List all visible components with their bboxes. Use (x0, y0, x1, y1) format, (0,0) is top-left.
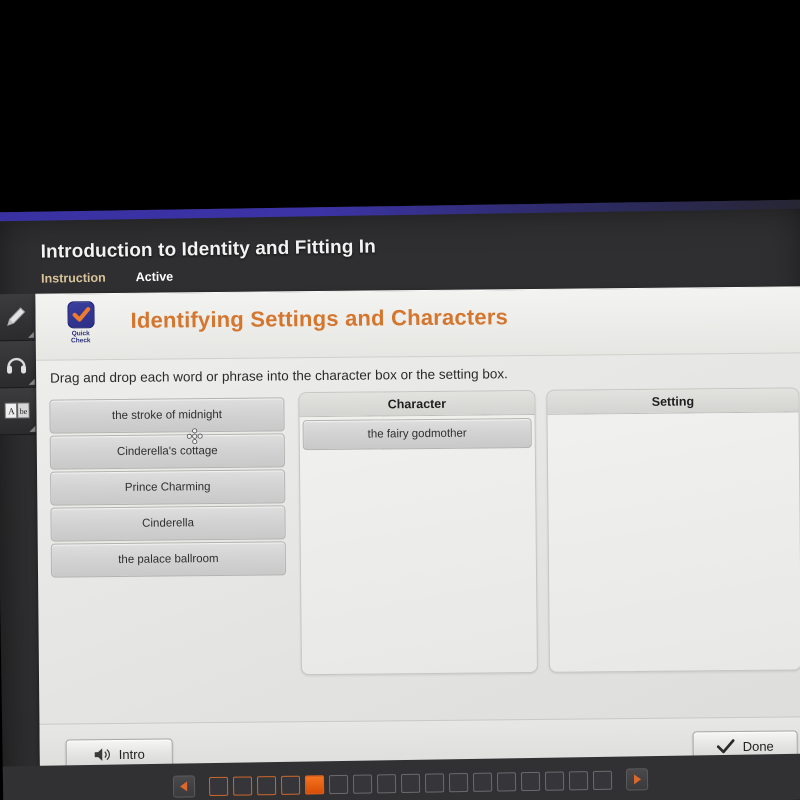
chevron-right-icon (633, 774, 641, 785)
screen-top-band (0, 199, 800, 222)
move-cursor-icon (186, 428, 203, 445)
done-button-label: Done (742, 738, 774, 754)
word-tile[interactable]: Cinderella's cottage (49, 433, 286, 470)
progress-step-3[interactable] (256, 775, 276, 795)
page-title: Introduction to Identity and Fitting In (40, 236, 377, 263)
speaker-icon (94, 747, 110, 761)
word-tile[interactable]: the stroke of midnight (49, 397, 285, 434)
highlighter-icon (7, 307, 26, 326)
progress-step-11[interactable] (448, 772, 468, 792)
photo-of-screen: A be Introduction to Identity and Fittin… (0, 0, 800, 800)
quick-check-label: Quick Check (61, 330, 101, 345)
lesson-header: Quick Check Identifying Settings and Cha… (35, 287, 800, 361)
highlighter-tool[interactable] (0, 293, 37, 342)
dropzone-setting-title: Setting (547, 388, 799, 415)
progress-step-17[interactable] (592, 770, 612, 790)
monitor-screen: A be Introduction to Identity and Fittin… (0, 199, 800, 800)
headphones-icon (6, 357, 27, 374)
progress-step-5[interactable] (304, 774, 324, 795)
quick-check-badge: Quick Check (60, 301, 100, 345)
dropzone-character-body[interactable]: the fairy godmother (300, 415, 535, 453)
svg-text:A: A (8, 406, 15, 416)
progress-step-1[interactable] (208, 776, 228, 796)
prev-button[interactable] (172, 775, 195, 798)
svg-text:be: be (20, 407, 28, 416)
dropzone-setting-body[interactable] (548, 412, 799, 420)
dropzone-character[interactable]: Character the fairy godmother (298, 389, 538, 676)
progress-step-6[interactable] (328, 774, 348, 794)
word-bank[interactable]: the stroke of midnight Cinderella's cott… (49, 397, 287, 579)
word-tile[interactable]: the palace ballroom (50, 541, 287, 578)
progress-steps[interactable] (208, 770, 612, 796)
lesson-panel: Quick Check Identifying Settings and Cha… (35, 286, 800, 784)
tab-active[interactable]: Active (136, 270, 174, 285)
progress-step-14[interactable] (520, 771, 540, 791)
dictionary-icon: A be (4, 402, 30, 419)
progress-step-2[interactable] (232, 775, 252, 796)
progress-step-10[interactable] (424, 772, 444, 793)
instructions-text: Drag and drop each word or phrase into t… (50, 366, 508, 386)
header: Introduction to Identity and Fitting In … (40, 231, 742, 286)
progress-step-9[interactable] (400, 773, 420, 793)
progress-step-8[interactable] (376, 773, 396, 793)
word-tile[interactable]: Prince Charming (50, 469, 286, 506)
audio-tool[interactable] (0, 340, 37, 389)
chevron-left-icon (179, 781, 187, 792)
tab-instruction[interactable]: Instruction (41, 271, 106, 286)
dictionary-tool[interactable]: A be (0, 387, 38, 436)
word-tile[interactable]: the fairy godmother (302, 417, 532, 451)
tab-bar[interactable]: Instruction Active (41, 261, 741, 286)
lesson-title: Identifying Settings and Characters (130, 304, 509, 333)
next-button[interactable] (625, 768, 648, 791)
progress-step-16[interactable] (568, 770, 588, 790)
dropzone-setting[interactable]: Setting (546, 387, 800, 673)
check-icon (716, 738, 735, 753)
progress-step-15[interactable] (544, 771, 564, 791)
progress-step-7[interactable] (352, 774, 372, 794)
progress-step-13[interactable] (496, 771, 516, 792)
word-tile[interactable]: Cinderella (50, 505, 286, 542)
progress-step-12[interactable] (472, 772, 492, 792)
tool-rail[interactable]: A be (0, 293, 38, 436)
progress-step-4[interactable] (280, 775, 300, 795)
quick-check-line2: Check (70, 337, 91, 345)
intro-button-label: Intro (118, 746, 145, 762)
checkmark-icon (66, 301, 95, 329)
dropzone-character-title: Character (299, 390, 535, 418)
